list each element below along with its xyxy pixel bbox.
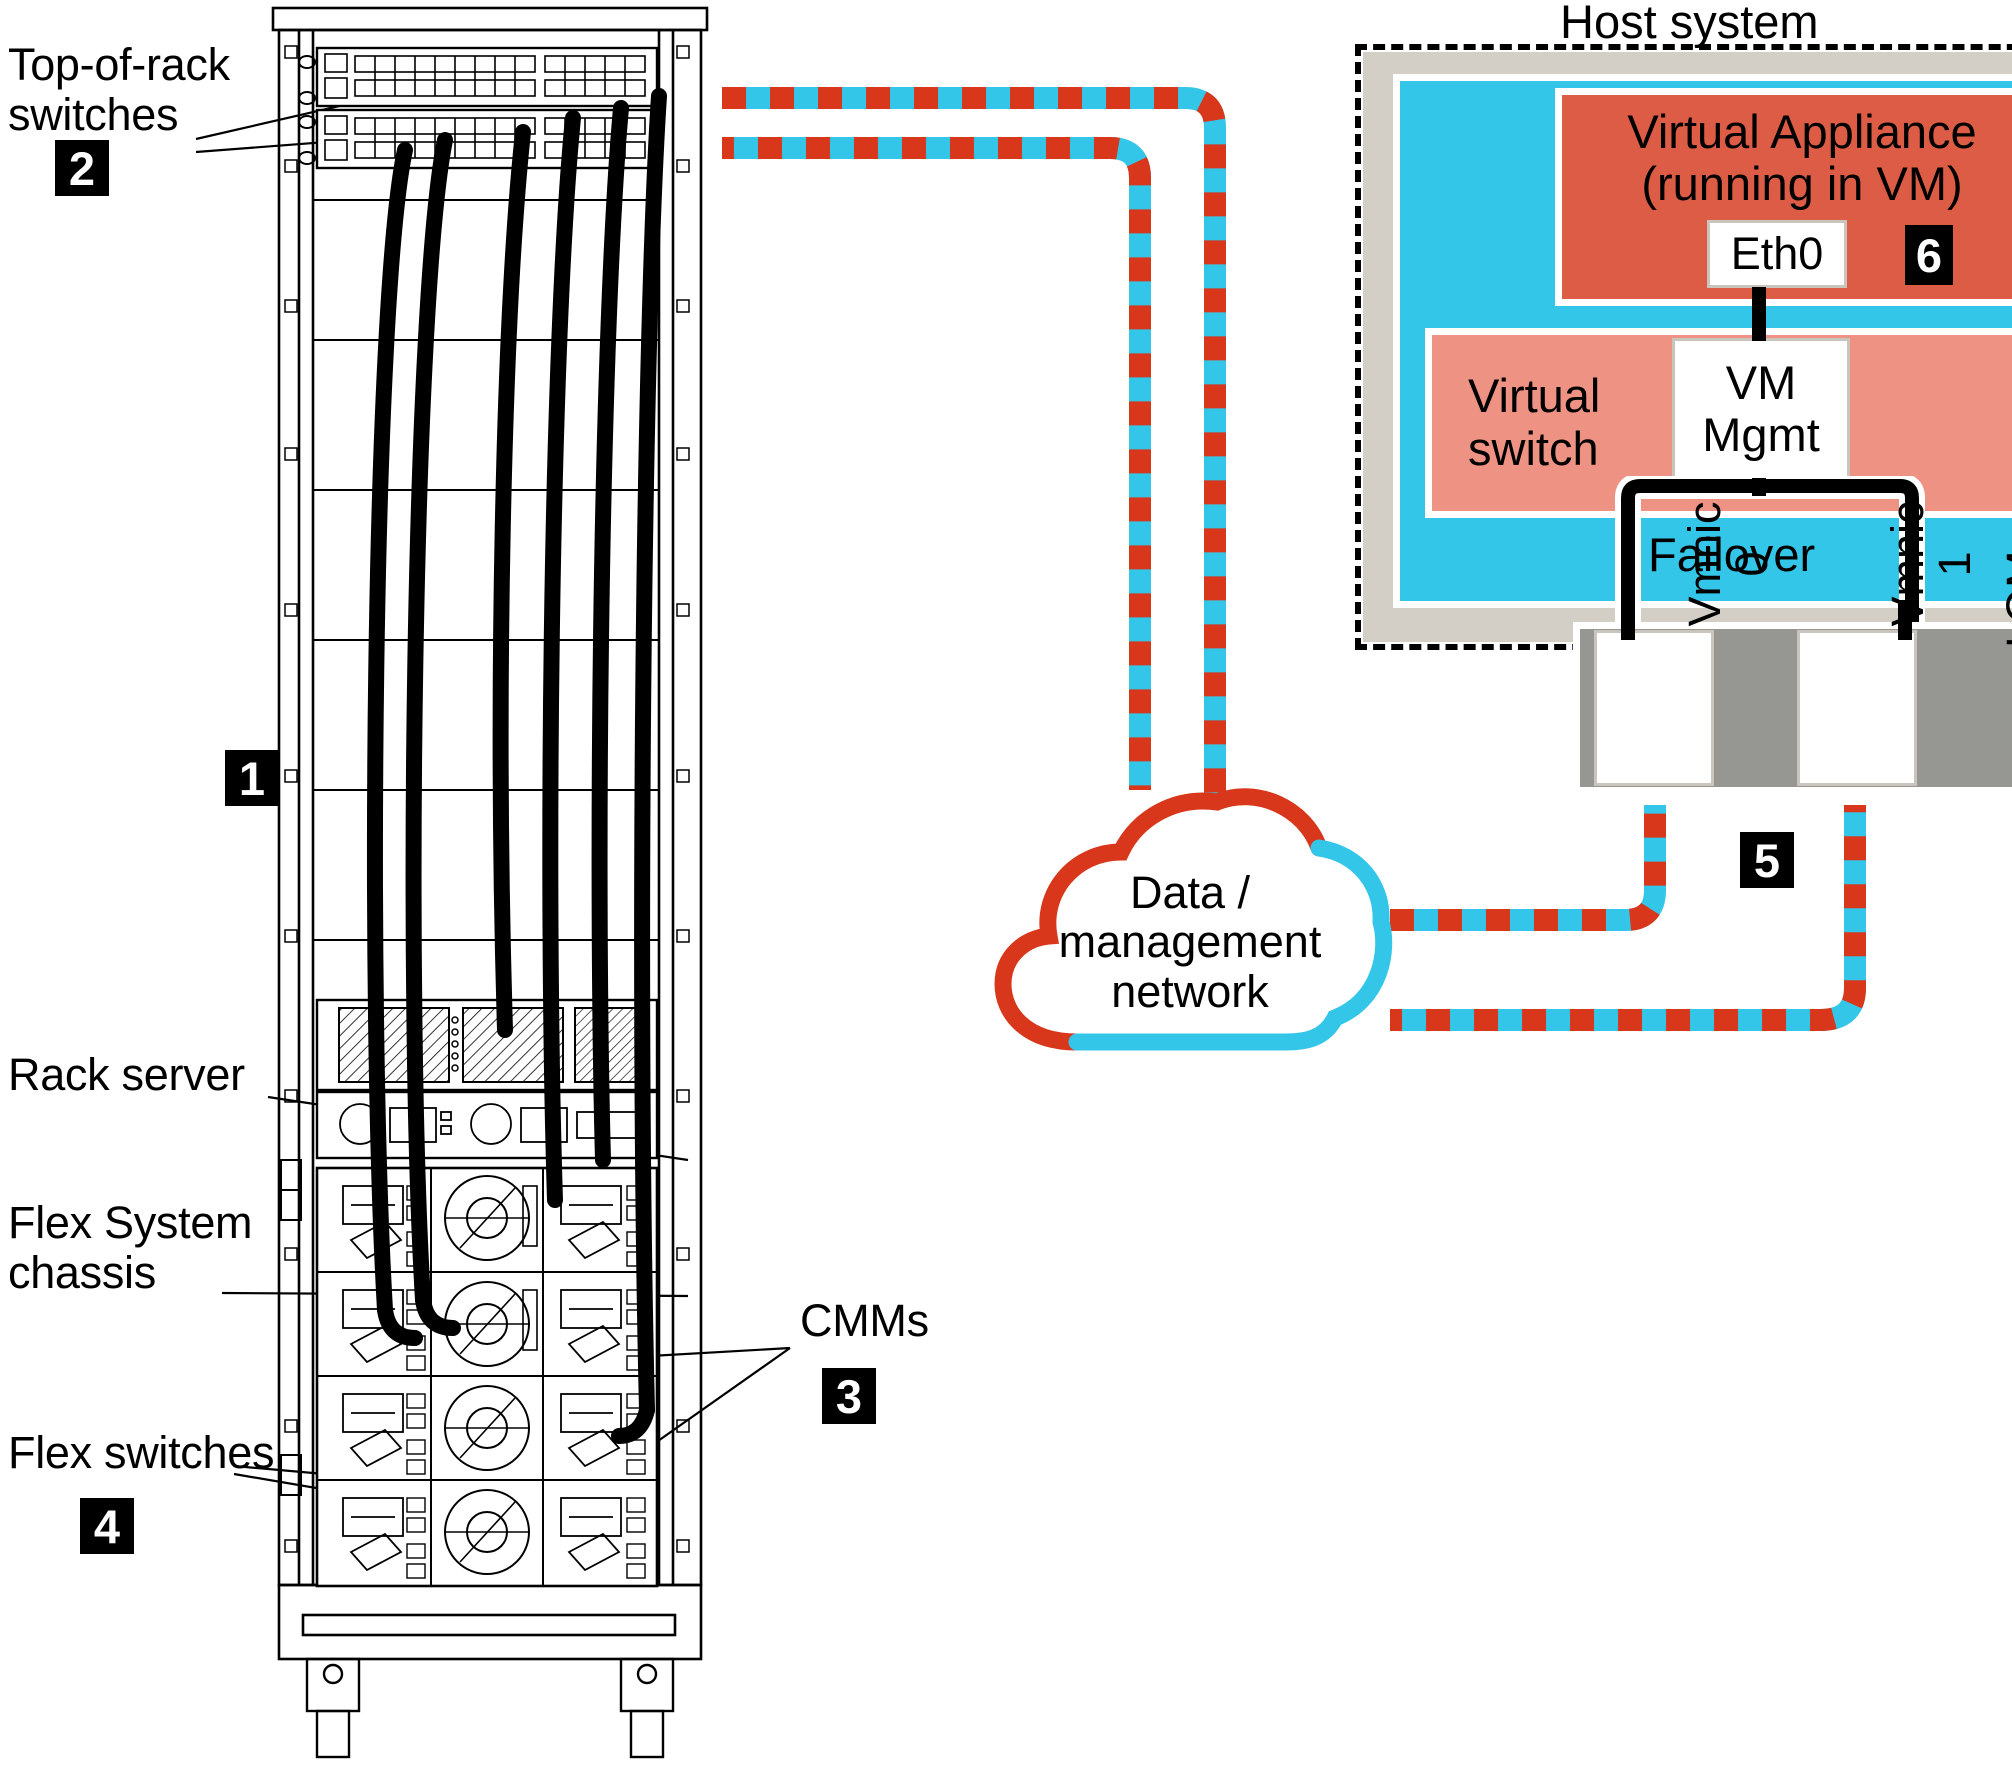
cable-switch-to-cloud-b: [722, 137, 1151, 790]
callout-5-lom: 5: [1740, 832, 1794, 888]
vm-mgmt-box: VM Mgmt: [1672, 338, 1850, 480]
cable-cloud-to-vmnic0: [1390, 805, 1666, 931]
vmnic1-box: Vmnic 1: [1797, 501, 1980, 786]
failover-vmnic0-connector: [1621, 600, 1635, 640]
eth0-box: Eth0: [1707, 220, 1847, 288]
lom-label: LOM: [1997, 550, 2012, 648]
cloud-label: Data / management network: [1058, 866, 1322, 1017]
vmnic0-box: Vmnic 0: [1594, 501, 1777, 786]
failover-vmnic1-connector: [1898, 600, 1912, 640]
host-system-title: Host system: [1560, 0, 1819, 48]
callout-6-eth0: 6: [1905, 225, 1953, 285]
virtual-appliance-label: Virtual Appliance (running in VM): [1627, 105, 1977, 210]
eth0-vmmgmt-connector: [1752, 287, 1766, 341]
virtual-switch-label: Virtual switch: [1468, 369, 1601, 475]
